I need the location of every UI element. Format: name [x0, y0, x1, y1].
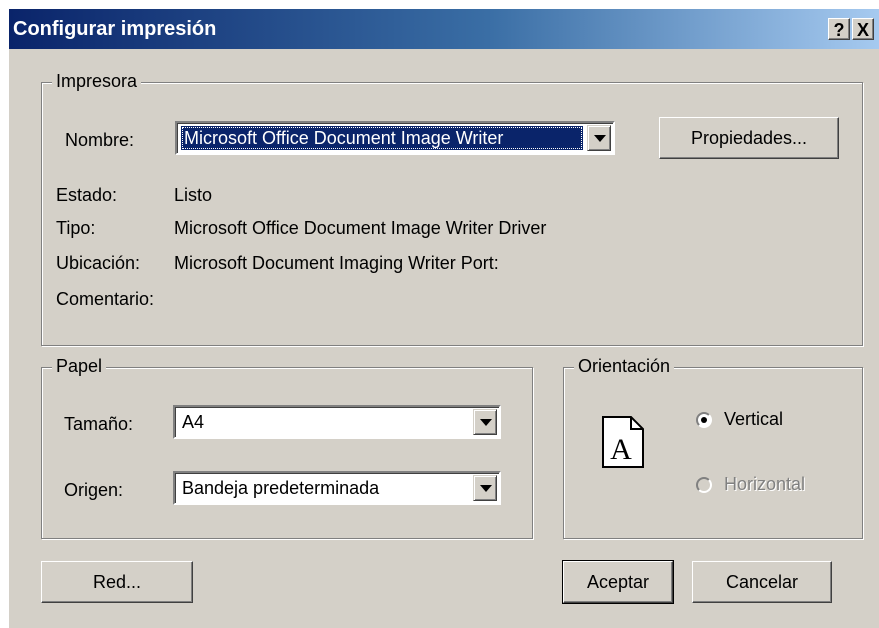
- help-button[interactable]: ?: [828, 18, 850, 40]
- location-label: Ubicación:: [56, 253, 141, 273]
- chevron-down-icon[interactable]: [587, 125, 611, 151]
- horizontal-radio: [696, 477, 712, 493]
- properties-button[interactable]: Propiedades...: [659, 117, 839, 159]
- orientation-group-label: Orientación: [574, 356, 675, 377]
- type-value: Microsoft Office Document Image Writer D…: [174, 218, 547, 238]
- printer-name-select[interactable]: Microsoft Office Document Image Writer: [175, 121, 615, 155]
- portrait-page-icon: A: [602, 416, 644, 468]
- paper-source-label: Origen:: [64, 480, 124, 500]
- orientation-group: Orientación A Vertical Horizontal: [563, 356, 863, 539]
- vertical-label[interactable]: Vertical: [724, 409, 783, 430]
- paper-source-select[interactable]: Bandeja predeterminada: [173, 471, 501, 505]
- paper-size-value: A4: [182, 412, 205, 432]
- page-glyph: A: [610, 433, 632, 466]
- title-bar[interactable]: Configurar impresión ? X: [9, 9, 879, 49]
- status-value: Listo: [174, 185, 213, 205]
- paper-source-value: Bandeja predeterminada: [182, 478, 380, 498]
- print-setup-dialog: Configurar impresión ? X Impresora Nombr…: [8, 8, 879, 628]
- printer-name-value: Microsoft Office Document Image Writer: [181, 126, 583, 150]
- paper-size-label: Tamaño:: [64, 414, 134, 434]
- printer-group: Impresora Nombre: Microsoft Office Docum…: [41, 71, 863, 346]
- network-button[interactable]: Red...: [41, 561, 193, 603]
- chevron-down-icon[interactable]: [473, 409, 497, 435]
- type-label: Tipo:: [56, 218, 96, 238]
- status-label: Estado:: [56, 185, 118, 205]
- comment-label: Comentario:: [56, 289, 155, 309]
- paper-size-select[interactable]: A4: [173, 405, 501, 439]
- cancel-button[interactable]: Cancelar: [692, 561, 832, 603]
- printer-group-label: Impresora: [52, 71, 142, 92]
- chevron-down-icon[interactable]: [473, 475, 497, 501]
- accept-button[interactable]: Aceptar: [562, 560, 674, 604]
- location-value: Microsoft Document Imaging Writer Port:: [174, 253, 499, 273]
- printer-name-label: Nombre:: [65, 130, 135, 150]
- paper-group-label: Papel: [52, 356, 107, 377]
- window-title: Configurar impresión: [13, 18, 217, 40]
- horizontal-label: Horizontal: [724, 474, 806, 494]
- close-button[interactable]: X: [852, 18, 874, 40]
- paper-group: Papel Tamaño: A4 Origen: Bandeja predete…: [41, 356, 533, 539]
- vertical-radio[interactable]: [696, 412, 712, 428]
